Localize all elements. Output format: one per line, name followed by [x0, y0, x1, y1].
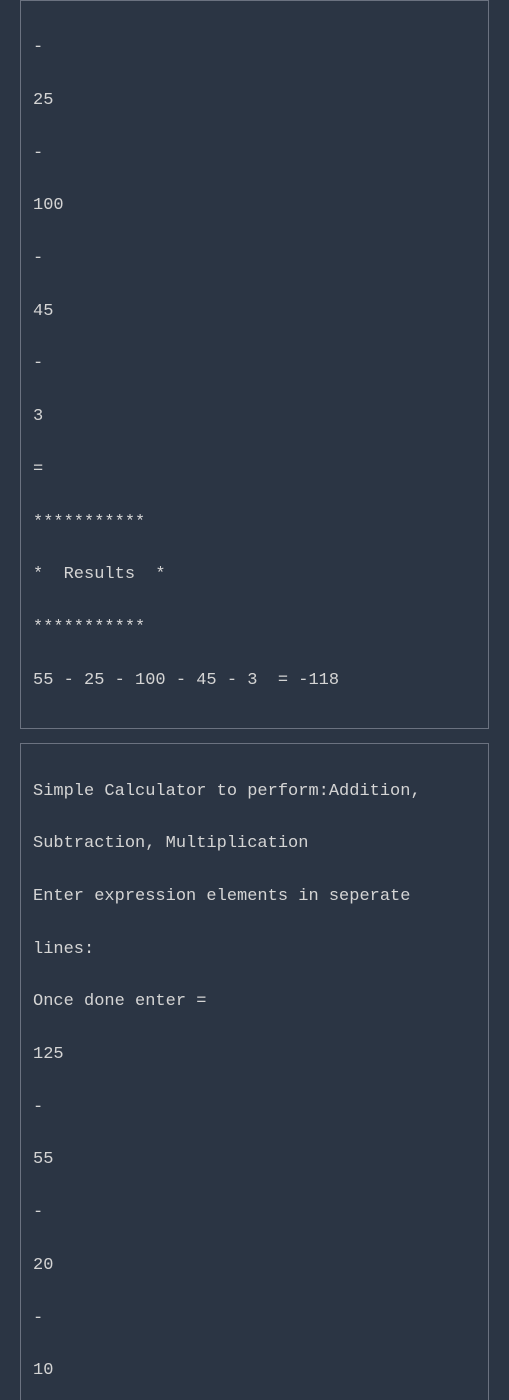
- code-line: -: [33, 246, 476, 272]
- code-block-2: Simple Calculator to perform:Addition, S…: [20, 743, 489, 1400]
- code-line: -: [33, 351, 476, 377]
- code-line: -: [33, 1200, 476, 1226]
- code-line: -: [33, 1306, 476, 1332]
- code-line: 3: [33, 404, 476, 430]
- code-block-1: - 25 - 100 - 45 - 3 = *********** * Resu…: [20, 0, 489, 729]
- code-line: 55: [33, 1147, 476, 1173]
- code-line: Simple Calculator to perform:Addition,: [33, 779, 476, 805]
- code-line: =: [33, 457, 476, 483]
- code-line: * Results *: [33, 562, 476, 588]
- code-line: -: [33, 35, 476, 61]
- code-line: 45: [33, 299, 476, 325]
- code-line: Subtraction, Multiplication: [33, 831, 476, 857]
- code-line: 100: [33, 193, 476, 219]
- code-line: Once done enter =: [33, 989, 476, 1015]
- code-line: ***********: [33, 510, 476, 536]
- code-line: Enter expression elements in seperate: [33, 884, 476, 910]
- code-line: 10: [33, 1358, 476, 1384]
- code-line: lines:: [33, 937, 476, 963]
- code-line: ***********: [33, 615, 476, 641]
- code-line: 20: [33, 1253, 476, 1279]
- code-line: 125: [33, 1042, 476, 1068]
- code-line: -: [33, 141, 476, 167]
- code-line: -: [33, 1095, 476, 1121]
- code-line: 55 - 25 - 100 - 45 - 3 = -118: [33, 668, 476, 694]
- code-line: 25: [33, 88, 476, 114]
